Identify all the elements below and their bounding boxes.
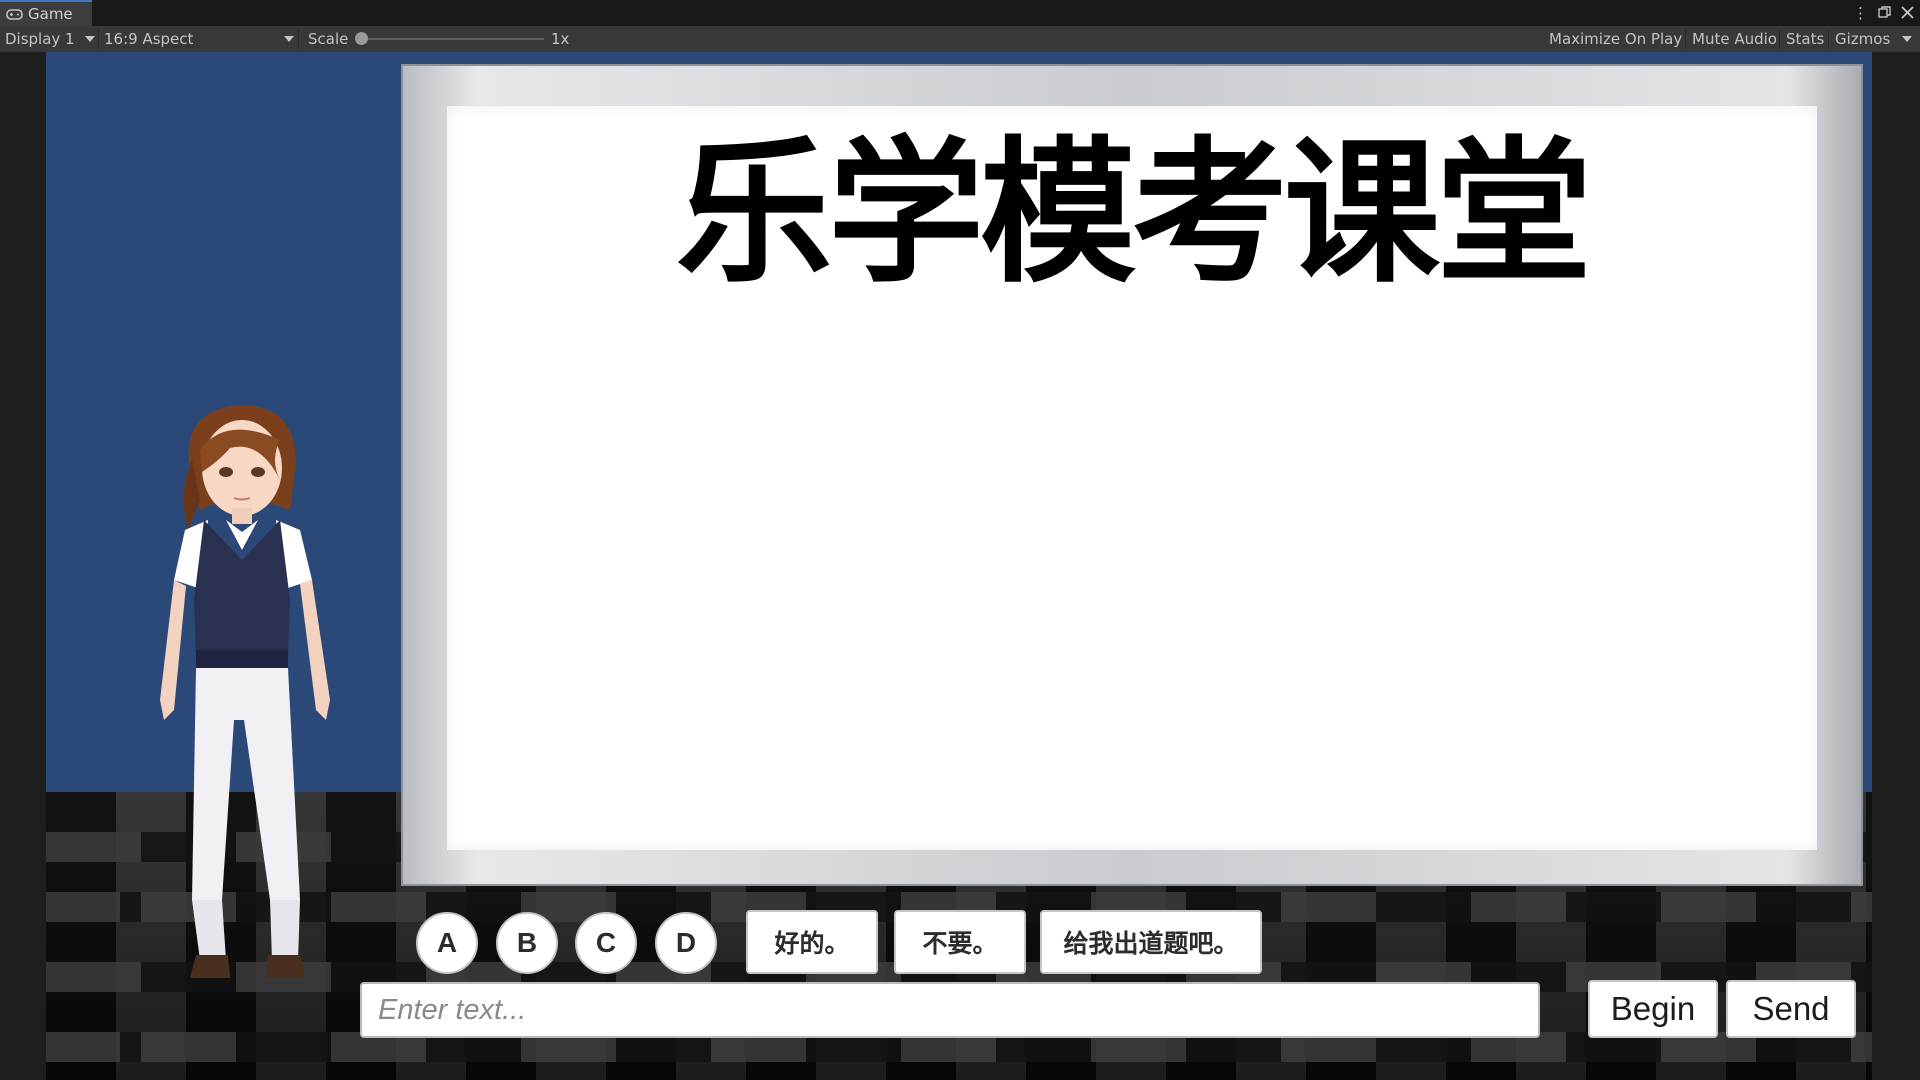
gamepad-icon bbox=[6, 8, 23, 20]
chat-text-input[interactable]: Enter text... bbox=[360, 982, 1540, 1038]
window-controls: ⋮ bbox=[1853, 4, 1914, 22]
display-dropdown-label: Display 1 bbox=[5, 30, 75, 48]
chevron-down-icon bbox=[85, 36, 95, 42]
quick-reply-no-button[interactable]: 不要。 bbox=[894, 910, 1026, 974]
scale-value: 1x bbox=[551, 30, 570, 48]
toolbar-divider bbox=[1685, 29, 1686, 49]
game-view-toolbar: Display 1 16:9 Aspect Scale 1x Maximize … bbox=[0, 26, 1920, 52]
aspect-dropdown[interactable]: 16:9 Aspect bbox=[104, 26, 296, 52]
answer-option-c-button[interactable]: C bbox=[575, 912, 637, 974]
game-tab-label: Game bbox=[28, 5, 73, 23]
game-view: 乐学模考课堂 A B C D 好的。 不要。 给我出道题吧。 Enter tex… bbox=[0, 52, 1920, 1080]
quick-reply-ok-button[interactable]: 好的。 bbox=[746, 910, 878, 974]
gizmos-toggle[interactable]: Gizmos bbox=[1835, 26, 1890, 52]
mute-audio-toggle[interactable]: Mute Audio bbox=[1692, 26, 1777, 52]
whiteboard-surface: 乐学模考课堂 bbox=[447, 106, 1817, 850]
game-tab[interactable]: Game bbox=[0, 0, 92, 26]
kebab-menu-icon[interactable]: ⋮ bbox=[1853, 4, 1868, 22]
chevron-down-icon bbox=[284, 36, 294, 42]
gizmos-dropdown-icon[interactable] bbox=[1902, 36, 1912, 42]
display-dropdown[interactable]: Display 1 bbox=[5, 26, 97, 52]
maximize-icon[interactable] bbox=[1878, 6, 1891, 19]
scale-slider-handle[interactable] bbox=[355, 32, 368, 45]
scale-slider-track[interactable] bbox=[358, 38, 544, 40]
maximize-on-play-toggle[interactable]: Maximize On Play bbox=[1549, 26, 1682, 52]
answer-option-b-button[interactable]: B bbox=[496, 912, 558, 974]
toolbar-divider bbox=[1828, 29, 1829, 49]
toolbar-divider bbox=[1779, 29, 1780, 49]
close-icon[interactable] bbox=[1901, 6, 1914, 19]
editor-tab-bar: Game ⋮ bbox=[0, 0, 1920, 26]
quick-reply-question-button[interactable]: 给我出道题吧。 bbox=[1040, 910, 1262, 974]
scale-label: Scale bbox=[308, 30, 349, 48]
answer-option-a-button[interactable]: A bbox=[416, 912, 478, 974]
toolbar-divider bbox=[98, 29, 99, 49]
stats-toggle[interactable]: Stats bbox=[1786, 26, 1824, 52]
toolbar-divider bbox=[298, 29, 299, 49]
whiteboard-title: 乐学模考课堂 bbox=[676, 122, 1592, 304]
begin-button[interactable]: Begin bbox=[1588, 980, 1718, 1038]
send-button[interactable]: Send bbox=[1726, 980, 1856, 1038]
whiteboard: 乐学模考课堂 bbox=[401, 64, 1863, 886]
aspect-dropdown-label: 16:9 Aspect bbox=[104, 30, 194, 48]
answer-option-d-button[interactable]: D bbox=[655, 912, 717, 974]
teacher-character bbox=[160, 405, 330, 978]
